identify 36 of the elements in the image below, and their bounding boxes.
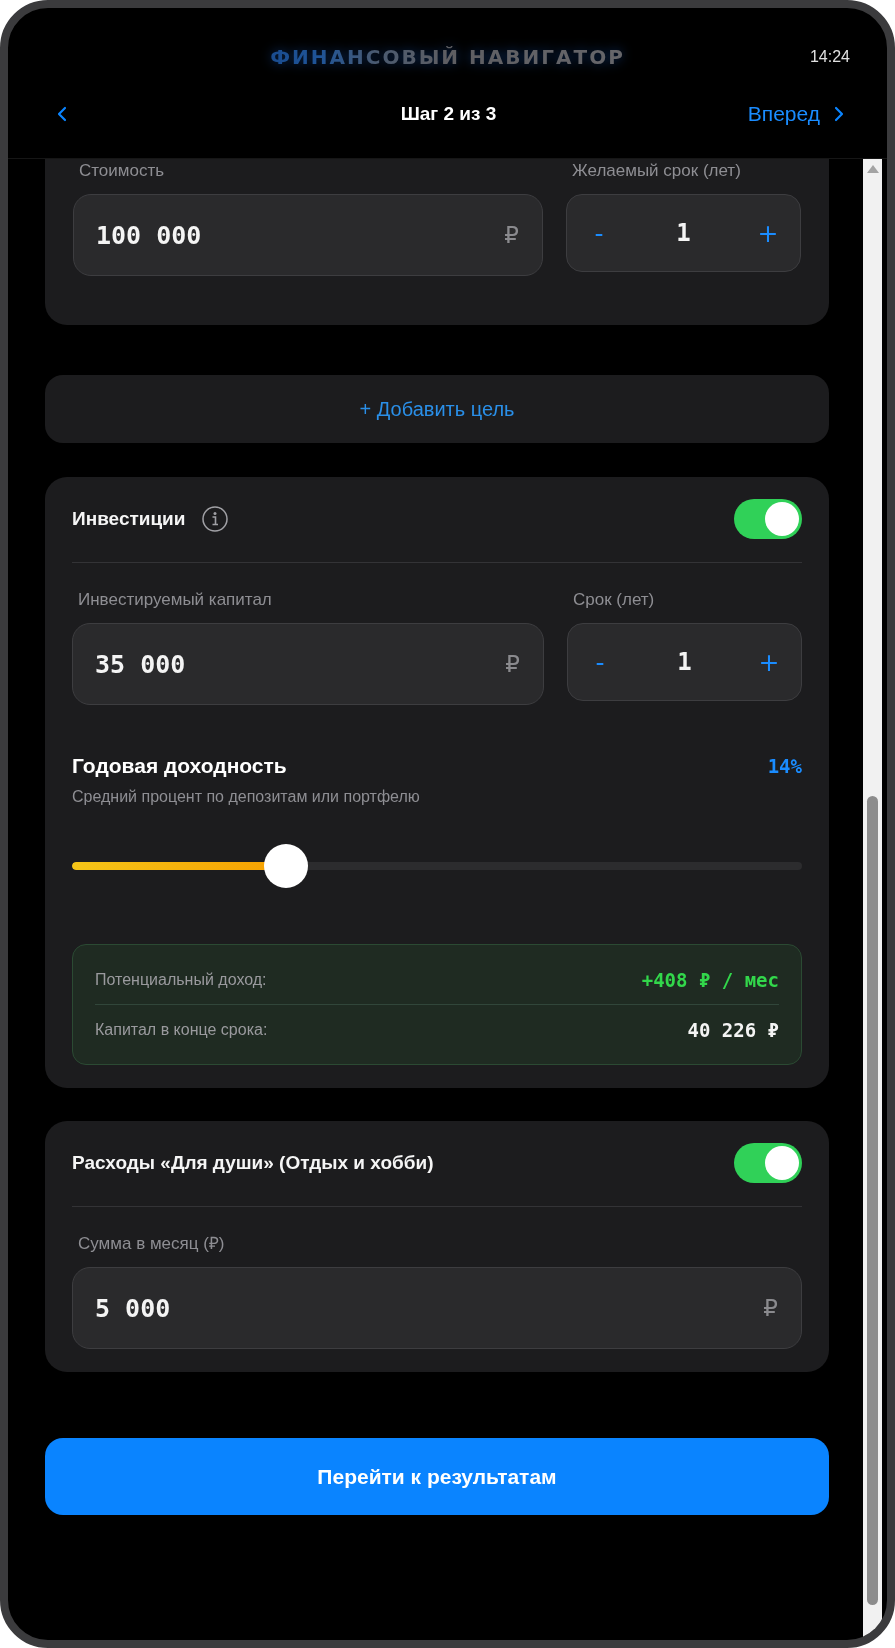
minus-button[interactable]: - (579, 211, 619, 255)
section-title: Инвестиции (72, 508, 186, 530)
field-label: Сумма в месяц (₽) (77, 1233, 225, 1255)
slider-thumb[interactable] (264, 844, 309, 888)
rate-title: Годовая доходность (72, 754, 287, 778)
result-label: Капитал в конце срока: (95, 1020, 268, 1039)
plus-button[interactable]: + (748, 211, 788, 255)
result-label: Потенциальный доход: (95, 970, 267, 989)
field-label: Инвестируемый капитал (77, 589, 272, 611)
section-title: Расходы «Для души» (Отдых и хобби) (72, 1152, 434, 1174)
chevron-right-icon (834, 106, 844, 122)
info-icon[interactable] (202, 506, 229, 532)
add-goal-button[interactable]: + Добавить цель (45, 375, 829, 443)
status-time: 14:24 (809, 48, 850, 66)
scrollbar-thumb[interactable] (867, 796, 878, 1605)
rate-value: 14% (767, 755, 802, 777)
toggle-switch[interactable] (734, 499, 802, 539)
amount-field[interactable]: 35 000 ₽ (72, 623, 544, 705)
slider-track[interactable] (72, 844, 802, 888)
toggle-switch[interactable] (734, 1143, 802, 1183)
minus-button[interactable]: - (580, 640, 620, 684)
amount-field[interactable]: 100 000 ₽ (73, 194, 543, 276)
next-button[interactable]: Вперед (745, 98, 846, 130)
result-value: +408 ₽ / мес (641, 968, 779, 991)
chevron-left-icon (57, 106, 67, 122)
stepper-value: 1 (677, 648, 692, 676)
step-indicator: Шаг 2 из 3 (400, 103, 497, 125)
field-label: Стоимость (78, 160, 165, 182)
result-value: 40 226 ₽ (687, 1018, 779, 1041)
field-label: Желаемый срок (лет) (571, 160, 741, 182)
results-button[interactable]: Перейти к результатам (45, 1438, 829, 1515)
rate-hint: Средний процент по депозитам или портфелю (72, 788, 421, 806)
amount-field[interactable]: 5 000 ₽ (72, 1267, 802, 1349)
plus-button[interactable]: + (749, 640, 789, 684)
field-label: Срок (лет) (572, 589, 655, 611)
stepper-value: 1 (676, 219, 691, 247)
